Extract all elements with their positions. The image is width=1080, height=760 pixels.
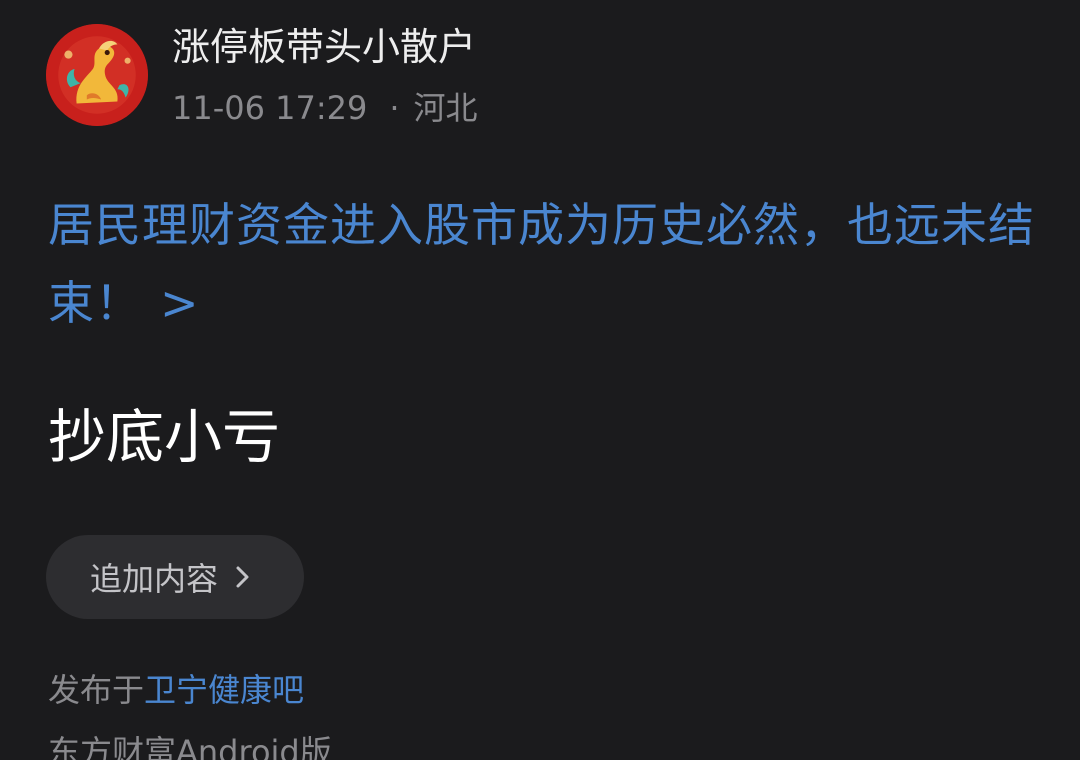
post-meta: 11-06 17:29 · 河北	[172, 86, 478, 130]
add-content-button[interactable]: 追加内容	[46, 535, 304, 619]
chevron-right-icon	[232, 562, 254, 592]
post-title-link[interactable]: 居民理财资金进入股市成为历史必然，也远未结束！ >	[48, 186, 1048, 342]
post-location: 河北	[413, 89, 478, 127]
forum-link[interactable]: 卫宁健康吧	[144, 671, 304, 709]
avatar[interactable]	[46, 24, 148, 126]
chevron-right-icon: >	[160, 276, 200, 330]
publish-info: 发布于卫宁健康吧	[48, 668, 304, 712]
post-timestamp: 11-06 17:29	[172, 89, 368, 127]
author-name[interactable]: 涨停板带头小散户	[172, 22, 476, 72]
publish-prefix: 发布于	[48, 671, 145, 709]
meta-separator: ·	[389, 89, 400, 127]
dragon-avatar-icon	[46, 24, 148, 126]
post-body: 抄底小亏	[48, 403, 281, 471]
post-source: 东方财富Android版	[48, 733, 332, 760]
add-content-label: 追加内容	[90, 560, 219, 598]
